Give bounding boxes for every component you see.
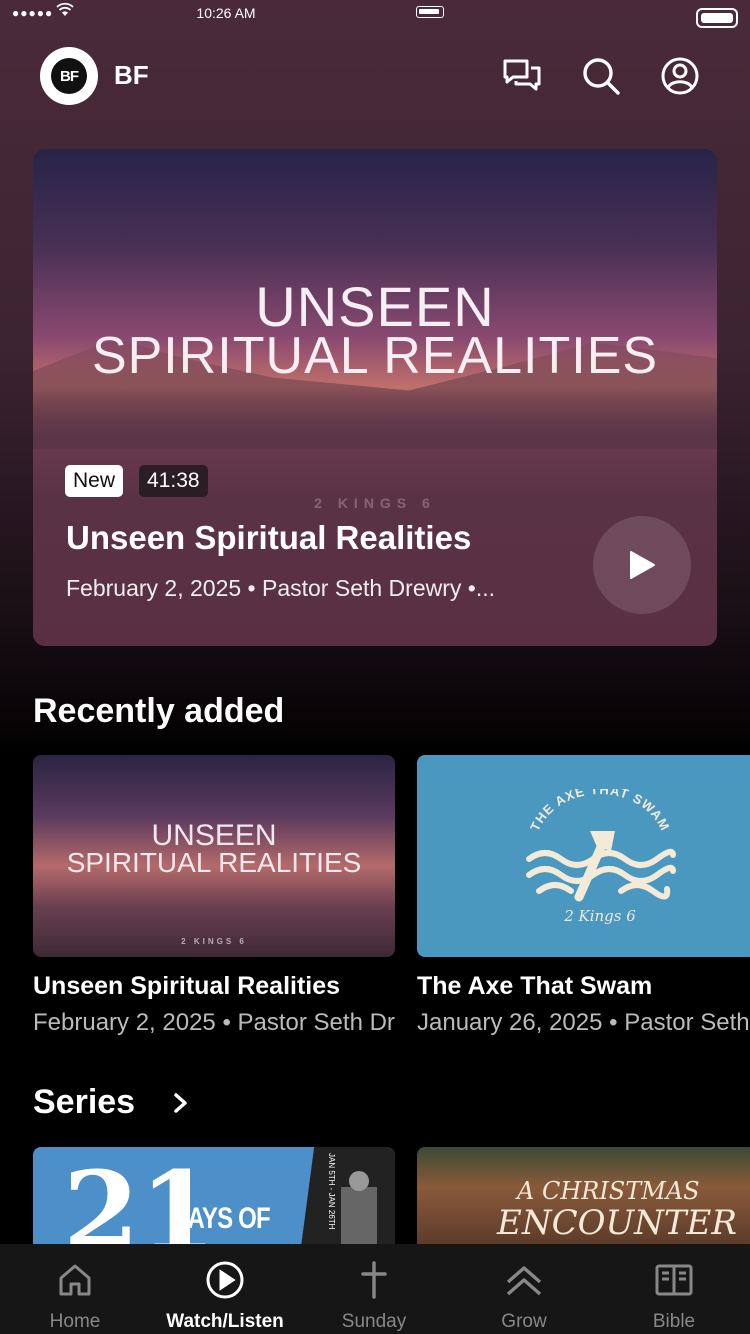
- tab-home[interactable]: Home: [0, 1244, 150, 1334]
- tab-bible[interactable]: Bible: [599, 1244, 749, 1334]
- series-art-side-text: JAN 5TH - JAN 26TH: [327, 1153, 336, 1230]
- series-art-text: DAYS OF: [171, 1202, 271, 1235]
- tab-label: Sunday: [341, 1311, 407, 1332]
- duration-badge: 41:38: [139, 465, 208, 497]
- logo-monogram: BF: [51, 58, 87, 94]
- series-thumbnail[interactable]: 21 DAYS OF JAN 5TH - JAN 26TH: [33, 1147, 395, 1247]
- status-bar: ●●●●● 10:26 AM: [0, 0, 750, 30]
- hero-meta: February 2, 2025 • Pastor Seth Drewry •.…: [66, 575, 496, 601]
- svg-text:THE AXE THAT SWAM: THE AXE THAT SWAM: [527, 789, 673, 834]
- new-badge: New: [65, 465, 124, 497]
- hero-art-subtitle: 2 KINGS 6: [314, 495, 436, 511]
- sermon-title[interactable]: Unseen Spiritual Realities: [33, 972, 340, 1001]
- cross-icon: [361, 1261, 387, 1299]
- art-arc-text: THE AXE THAT SWAM: [527, 789, 672, 834]
- brand-name: BF: [114, 60, 149, 90]
- book-icon: [655, 1264, 693, 1296]
- tab-grow[interactable]: Grow: [449, 1244, 599, 1334]
- sermon-thumbnail[interactable]: UNSEEN SPIRITUAL REALITIES 2 KINGS 6: [33, 755, 395, 957]
- art-subtitle: 2 Kings 6: [563, 907, 636, 925]
- series-art-text: A CHRISTMAS: [517, 1177, 700, 1205]
- church-logo[interactable]: BF: [40, 47, 98, 105]
- home-icon: [59, 1264, 91, 1296]
- tab-label: Home: [49, 1311, 101, 1332]
- search-icon[interactable]: [581, 56, 621, 96]
- series-art-text: ENCOUNTER: [497, 1203, 737, 1243]
- chevron-right-icon[interactable]: [170, 1089, 192, 1117]
- status-time: 10:26 AM: [196, 5, 256, 21]
- tab-watch-listen[interactable]: Watch/Listen: [150, 1244, 300, 1334]
- tab-sunday[interactable]: Sunday: [299, 1244, 449, 1334]
- play-button[interactable]: [593, 516, 691, 614]
- tab-label: Grow: [501, 1311, 547, 1332]
- series-thumbnail[interactable]: A CHRISTMAS ENCOUNTER: [417, 1147, 750, 1247]
- hero-title: Unseen Spiritual Realities: [66, 519, 472, 556]
- section-title-recently-added: Recently added: [33, 692, 285, 730]
- tab-label: Bible: [652, 1311, 696, 1332]
- featured-sermon-card[interactable]: UNSEEN SPIRITUAL REALITIES 2 KINGS 6 New…: [33, 149, 717, 646]
- account-icon[interactable]: [660, 56, 700, 96]
- tab-bar: Home Watch/Listen Sunday Grow Bible: [0, 1244, 750, 1334]
- sermon-title[interactable]: The Axe That Swam: [417, 972, 652, 1001]
- play-circle-icon: [206, 1261, 244, 1299]
- thumbnail-art-text: 2 KINGS 6: [181, 937, 247, 946]
- axe-waves-artwork: THE AXE THAT SWAM 2 Kings 6: [526, 789, 676, 925]
- thumbnail-art-text: SPIRITUAL REALITIES: [66, 847, 362, 878]
- chevrons-up-icon: [506, 1266, 542, 1296]
- chat-icon[interactable]: [502, 56, 542, 96]
- hero-art-title: SPIRITUAL REALITIES: [91, 327, 659, 385]
- sermon-thumbnail[interactable]: THE AXE THAT SWAM 2 Kings 6: [417, 755, 750, 957]
- sermon-meta: January 26, 2025 • Pastor Seth Drewry: [417, 1009, 750, 1036]
- play-icon: [630, 551, 655, 579]
- tab-label: Watch/Listen: [166, 1311, 284, 1332]
- battery-icon: [416, 6, 444, 18]
- series-art-photo: JAN 5TH - JAN 26TH: [301, 1147, 395, 1247]
- sermon-meta: February 2, 2025 • Pastor Seth Drewry: [33, 1009, 395, 1036]
- section-title-series[interactable]: Series: [33, 1083, 135, 1122]
- battery-icon: [696, 8, 738, 28]
